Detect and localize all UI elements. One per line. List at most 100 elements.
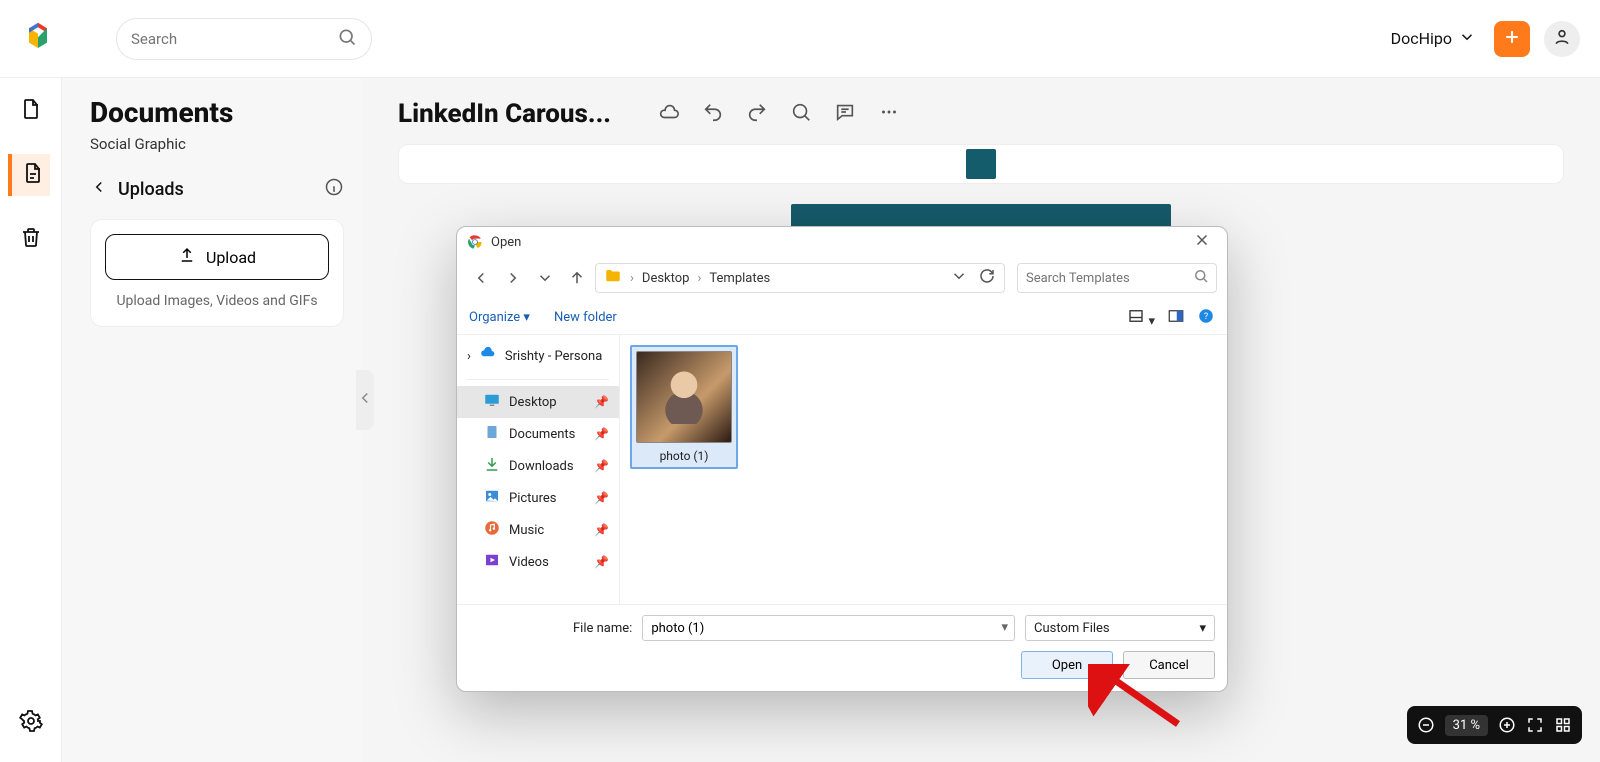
global-search[interactable] bbox=[116, 18, 372, 60]
preview-pane-icon[interactable] bbox=[1167, 307, 1185, 329]
canvas-tools bbox=[658, 101, 900, 127]
documents-icon bbox=[483, 423, 501, 445]
trash-icon bbox=[19, 225, 43, 253]
left-panel: Documents Social Graphic Uploads Upload … bbox=[62, 78, 362, 762]
cancel-button[interactable]: Cancel bbox=[1123, 651, 1215, 679]
sidebar-item-downloads[interactable]: Downloads 📌 bbox=[457, 450, 619, 482]
comment-icon[interactable] bbox=[834, 101, 856, 127]
sidebar-item-videos[interactable]: Videos 📌 bbox=[457, 546, 619, 578]
create-button[interactable] bbox=[1494, 21, 1530, 57]
pin-icon: 📌 bbox=[594, 395, 609, 409]
sidebar-account-label: Srishty - Persona bbox=[505, 349, 602, 364]
zoom-dock: 31 % bbox=[1407, 706, 1582, 744]
gear-icon bbox=[19, 709, 43, 737]
rail-documents[interactable] bbox=[10, 90, 52, 132]
sidebar-item-label: Pictures bbox=[509, 491, 556, 506]
chevron-right-icon: › bbox=[630, 271, 634, 286]
dialog-search-input[interactable] bbox=[1026, 271, 1192, 286]
redo-icon[interactable] bbox=[746, 101, 768, 127]
sidebar-account[interactable]: › Srishty - Persona bbox=[457, 339, 619, 373]
dialog-close-button[interactable] bbox=[1187, 229, 1217, 255]
search-icon bbox=[337, 27, 357, 51]
rail-uploads[interactable] bbox=[8, 154, 50, 196]
info-icon[interactable] bbox=[324, 177, 344, 201]
crumb-dropdown-icon[interactable] bbox=[950, 267, 968, 289]
nav-back-icon[interactable] bbox=[467, 264, 495, 292]
sidebar-item-label: Videos bbox=[509, 555, 549, 570]
search-canvas-icon[interactable] bbox=[790, 101, 812, 127]
breadcrumb-0[interactable]: Desktop bbox=[642, 271, 690, 286]
document-text-icon bbox=[21, 161, 45, 189]
filename-label: File name: bbox=[573, 621, 632, 636]
sidebar-item-pictures[interactable]: Pictures 📌 bbox=[457, 482, 619, 514]
dialog-footer: File name: ▾ Custom Files ▾ Open Cancel bbox=[457, 604, 1227, 691]
videos-icon bbox=[483, 551, 501, 573]
upload-card: Upload Upload Images, Videos and GIFs bbox=[90, 219, 344, 327]
sidebar-item-music[interactable]: Music 📌 bbox=[457, 514, 619, 546]
folder-icon bbox=[604, 267, 622, 289]
uploads-header: Uploads bbox=[90, 177, 344, 201]
zoom-in-button[interactable] bbox=[1498, 716, 1516, 734]
zoom-value[interactable]: 31 % bbox=[1445, 715, 1488, 736]
panel-title: Documents bbox=[90, 96, 344, 129]
breadcrumb[interactable]: › Desktop › Templates bbox=[595, 263, 1005, 293]
pin-icon: 📌 bbox=[594, 427, 609, 441]
zoom-out-button[interactable] bbox=[1417, 716, 1435, 734]
upload-icon bbox=[178, 246, 196, 268]
more-icon[interactable] bbox=[878, 101, 900, 127]
rail-settings[interactable] bbox=[10, 702, 52, 744]
file-thumb[interactable]: photo (1) bbox=[630, 345, 738, 469]
upload-button-label: Upload bbox=[206, 248, 256, 267]
sidebar-item-documents[interactable]: Documents 📌 bbox=[457, 418, 619, 450]
chevron-right-icon: › bbox=[467, 349, 471, 364]
page-thumbnails[interactable] bbox=[398, 144, 1564, 184]
rail-trash[interactable] bbox=[10, 218, 52, 260]
sidebar-item-label: Documents bbox=[509, 427, 575, 442]
workspace-switcher[interactable]: DocHipo bbox=[1387, 22, 1480, 56]
dialog-file-area[interactable]: photo (1) bbox=[620, 335, 1227, 604]
account-button[interactable] bbox=[1544, 21, 1580, 57]
sidebar-item-label: Music bbox=[509, 523, 544, 538]
dialog-search[interactable] bbox=[1017, 263, 1217, 293]
document-title[interactable]: LinkedIn Carous... bbox=[398, 99, 658, 129]
nav-up-icon[interactable] bbox=[563, 264, 591, 292]
fullscreen-icon[interactable] bbox=[1526, 716, 1544, 734]
top-right: DocHipo bbox=[1387, 21, 1580, 57]
filename-field[interactable]: ▾ bbox=[642, 615, 1015, 641]
top-bar: DocHipo bbox=[0, 0, 1600, 78]
chevron-down-icon[interactable]: ▾ bbox=[1001, 620, 1008, 635]
refresh-icon[interactable] bbox=[978, 267, 996, 289]
panel-subtitle: Social Graphic bbox=[90, 135, 344, 153]
upload-button[interactable]: Upload bbox=[105, 234, 329, 280]
uploads-label: Uploads bbox=[118, 179, 184, 200]
file-open-dialog: Open › Desktop › Templates Organize ▾ Ne… bbox=[456, 226, 1228, 692]
dialog-toolbar: Organize ▾ New folder ▾ ? bbox=[457, 301, 1227, 335]
nav-forward-icon[interactable] bbox=[499, 264, 527, 292]
back-icon[interactable] bbox=[90, 178, 108, 201]
open-button[interactable]: Open bbox=[1021, 651, 1113, 679]
filename-input[interactable] bbox=[651, 616, 1006, 640]
chevron-down-icon: ▾ bbox=[1199, 621, 1206, 636]
dialog-titlebar: Open bbox=[457, 227, 1227, 255]
global-search-input[interactable] bbox=[131, 30, 337, 48]
filetype-select[interactable]: Custom Files ▾ bbox=[1025, 615, 1215, 641]
svg-text:?: ? bbox=[1204, 312, 1208, 322]
page-thumb-1[interactable] bbox=[966, 149, 996, 179]
sidebar-item-desktop[interactable]: Desktop 📌 bbox=[457, 386, 619, 418]
undo-icon[interactable] bbox=[702, 101, 724, 127]
dialog-body: › Srishty - Persona Desktop 📌 Documents … bbox=[457, 335, 1227, 604]
sidebar-item-label: Desktop bbox=[509, 395, 557, 410]
sidebar-item-label: Downloads bbox=[509, 459, 574, 474]
cloud-sync-icon[interactable] bbox=[658, 101, 680, 127]
grid-icon[interactable] bbox=[1554, 716, 1572, 734]
help-icon[interactable]: ? bbox=[1197, 307, 1215, 329]
file-thumb-caption: photo (1) bbox=[636, 443, 732, 463]
breadcrumb-1[interactable]: Templates bbox=[709, 271, 770, 286]
person-icon bbox=[1552, 27, 1572, 51]
nav-recent-icon[interactable] bbox=[531, 264, 559, 292]
organize-menu[interactable]: Organize ▾ bbox=[469, 310, 530, 325]
canvas-header: LinkedIn Carous... bbox=[398, 92, 1564, 136]
view-mode-icon[interactable]: ▾ bbox=[1127, 307, 1155, 329]
plus-icon bbox=[1502, 27, 1522, 51]
new-folder-button[interactable]: New folder bbox=[554, 310, 617, 325]
